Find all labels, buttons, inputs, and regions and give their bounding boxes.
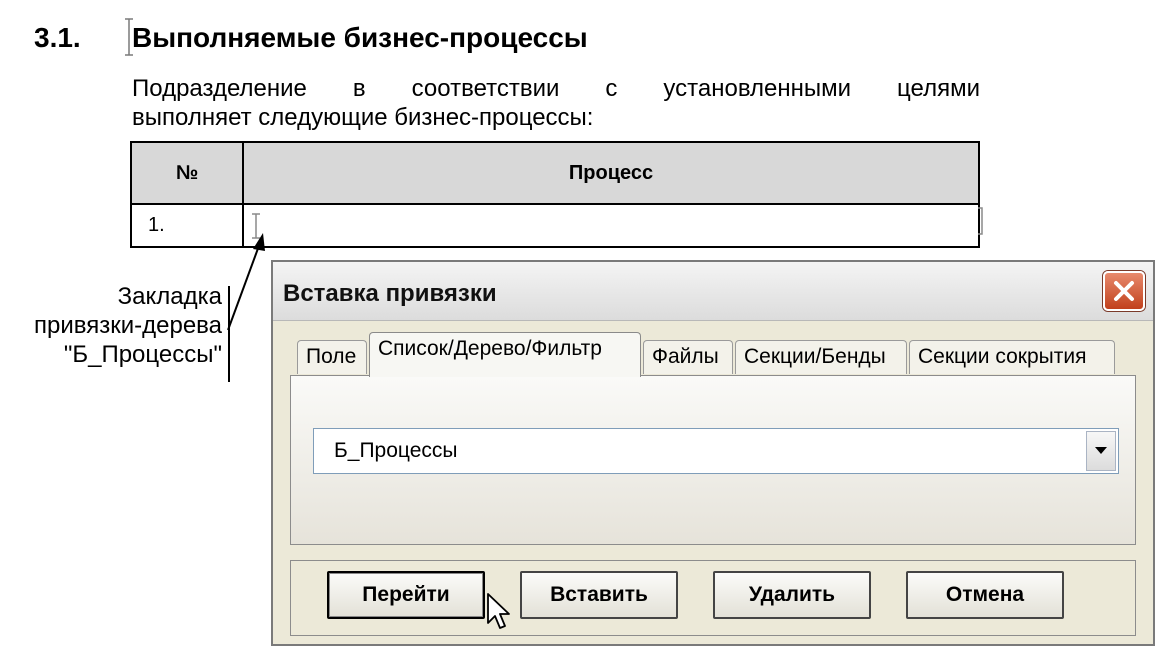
- insert-button[interactable]: Вставить: [520, 571, 678, 619]
- section-number: 3.1.: [34, 22, 81, 53]
- section-title: Выполняемые бизнес-процессы: [132, 22, 588, 53]
- callout-arrow: [227, 233, 265, 331]
- cancel-button[interactable]: Отмена: [906, 571, 1064, 619]
- bookmark-end-marker-icon: [978, 207, 986, 235]
- callout-line: "Б_Процессы": [63, 341, 222, 368]
- binding-select[interactable]: Б_Процессы: [313, 428, 1119, 474]
- go-button[interactable]: Перейти: [327, 571, 485, 619]
- tab-panel: Б_Процессы: [290, 375, 1136, 545]
- table-header-row: № Процесс: [130, 141, 980, 205]
- intro-line: выполняет следующие бизнес-процессы:: [132, 104, 594, 131]
- delete-button[interactable]: Удалить: [713, 571, 871, 619]
- dialog-title: Вставка привязки: [283, 280, 497, 307]
- tab-sections-bands[interactable]: Секции/Бенды: [735, 340, 907, 374]
- dialog-titlebar[interactable]: Вставка привязки: [273, 262, 1153, 321]
- table-cell-process[interactable]: [242, 203, 980, 248]
- callout-text: Закладка привязки-дерева "Б_Процессы": [0, 282, 222, 369]
- tab-hide-sections[interactable]: Секции сокрытия: [909, 340, 1115, 374]
- tab-files[interactable]: Файлы: [643, 340, 733, 374]
- column-header-number: №: [130, 141, 244, 205]
- callout-line: привязки-дерева: [33, 312, 222, 339]
- close-icon: [1114, 281, 1134, 301]
- column-header-process: Процесс: [242, 141, 980, 205]
- chevron-down-icon: [1095, 447, 1107, 454]
- tab-list-tree-filter[interactable]: Список/Дерево/Фильтр: [369, 332, 641, 377]
- dropdown-button[interactable]: [1086, 431, 1116, 471]
- tab-field[interactable]: Поле: [297, 340, 367, 374]
- close-button[interactable]: [1103, 271, 1145, 311]
- callout-line: Закладка: [117, 283, 222, 310]
- intro-line: Подразделение в соответствии с установле…: [132, 75, 980, 102]
- dialog-button-bar: Перейти Вставить Удалить Отмена: [290, 560, 1136, 636]
- mouse-pointer-icon: [487, 593, 510, 629]
- binding-select-value: Б_Процессы: [334, 439, 458, 462]
- intro-paragraph: Подразделение в соответствии с установле…: [132, 74, 980, 132]
- insert-binding-dialog: Вставка привязки Поле Список/Дерево/Филь…: [271, 260, 1155, 646]
